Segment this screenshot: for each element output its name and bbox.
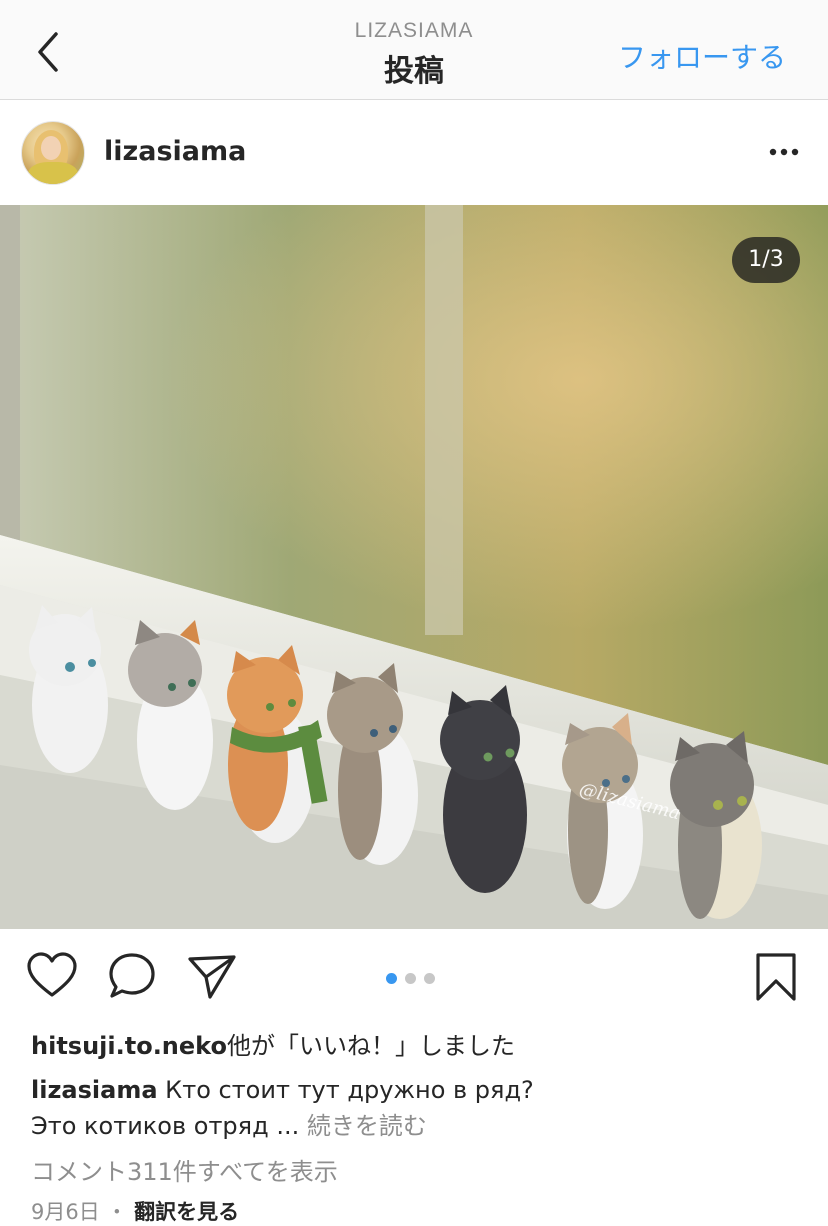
carousel-dot	[386, 973, 397, 984]
carousel-dot	[405, 973, 416, 984]
post-username[interactable]: lizasiama	[104, 136, 246, 167]
carousel-indicator	[386, 969, 443, 988]
caption-line2: Это котиков отряд ...	[31, 1112, 300, 1140]
share-send-icon[interactable]	[186, 951, 238, 1005]
carousel-dot	[424, 973, 435, 984]
likes-text: 他が「いいね！」しました	[226, 1032, 515, 1060]
action-bar	[0, 929, 828, 1025]
liked-by-username[interactable]: hitsuji.to.neko	[31, 1032, 227, 1060]
follow-button[interactable]: フォローする	[618, 36, 786, 76]
caption-line1: Кто стоит тут дружно в ряд?	[165, 1076, 534, 1104]
top-nav-bar: LIZASIAMA 投稿 フォローする	[0, 0, 828, 100]
more-options-icon[interactable]	[768, 138, 800, 166]
post-caption: lizasiama Кто стоит тут дружно в ряд? Эт…	[31, 1072, 811, 1144]
bookmark-icon[interactable]	[752, 951, 800, 1007]
kittens-photo	[0, 205, 828, 929]
likes-summary: hitsuji.to.neko他が「いいね！」しました	[31, 1026, 515, 1061]
image-counter: 1/3	[732, 237, 800, 283]
post-meta: 9月6日 ・ 翻訳を見る	[31, 1200, 240, 1224]
post-date: 9月6日	[31, 1200, 100, 1224]
read-more-link[interactable]: 続きを読む	[307, 1112, 427, 1140]
caption-username[interactable]: lizasiama	[31, 1076, 158, 1104]
translate-link[interactable]: 翻訳を見る	[134, 1200, 239, 1224]
like-heart-icon[interactable]	[26, 951, 78, 1003]
comment-icon[interactable]	[107, 951, 157, 1005]
post-header: lizasiama	[0, 100, 828, 205]
avatar[interactable]	[21, 121, 85, 185]
view-all-comments-link[interactable]: コメント311件すべてを表示	[31, 1152, 338, 1187]
post-image[interactable]: 1/3 @lizasiama	[0, 205, 828, 929]
